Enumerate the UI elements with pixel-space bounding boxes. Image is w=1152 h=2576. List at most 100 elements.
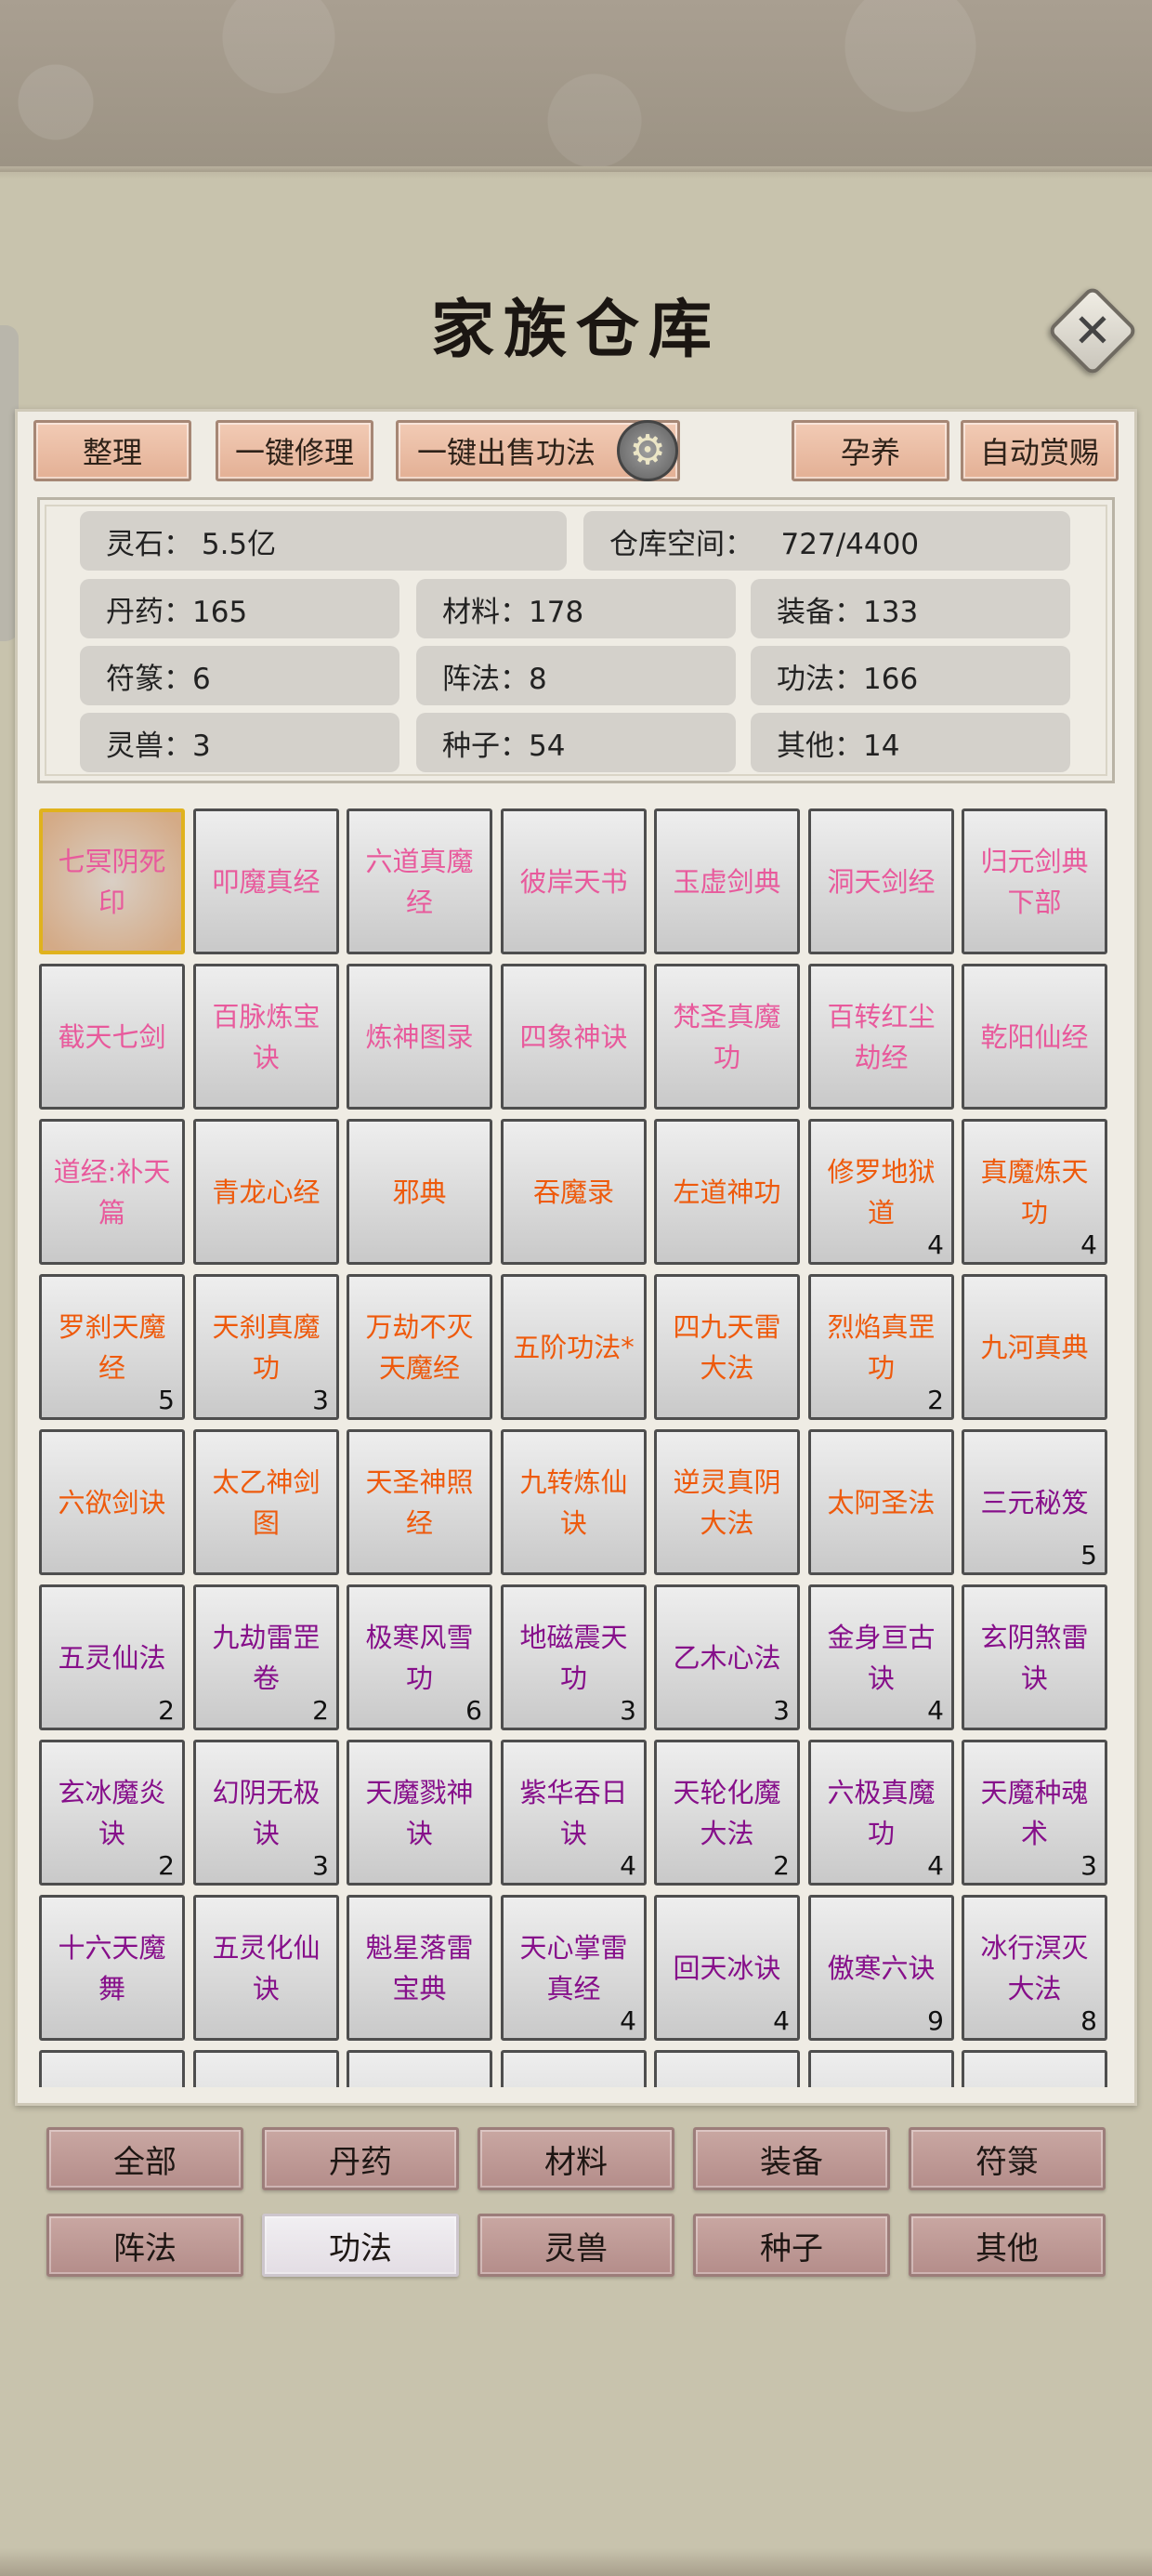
item-name: 左道神功 — [673, 1176, 781, 1208]
item-name: 炼神图录 — [365, 1020, 474, 1053]
item-slot[interactable]: 地磁震天 功3 — [501, 1584, 647, 1730]
category-tab[interactable]: 阵法 — [46, 2214, 243, 2277]
item-name: 六欲剑诀 — [58, 1486, 166, 1518]
category-tab[interactable]: 种子 — [693, 2214, 890, 2277]
item-slot[interactable]: 金身亘古 诀4 — [808, 1584, 954, 1730]
item-slot-partial[interactable] — [654, 2050, 800, 2087]
category-tab[interactable]: 丹药 — [262, 2127, 459, 2190]
item-name: 百转红尘 劫经 — [827, 1000, 936, 1073]
item-slot[interactable]: 万劫不灭 天魔经 — [347, 1274, 492, 1420]
item-name: 金身亘古 诀 — [827, 1621, 936, 1694]
item-slot-partial[interactable] — [347, 2050, 492, 2087]
item-slot[interactable]: 截天七剑 — [39, 964, 185, 1110]
close-button[interactable]: ✕ — [1046, 284, 1139, 377]
item-slot[interactable]: 彼岸天书 — [501, 808, 647, 954]
item-slot-partial[interactable] — [962, 2050, 1107, 2087]
sort-button[interactable]: 整理 — [33, 420, 191, 481]
item-slot[interactable]: 五阶功法* — [501, 1274, 647, 1420]
item-slot[interactable]: 魁星落雷 宝典 — [347, 1895, 492, 2041]
item-slot[interactable]: 道经:补天 篇 — [39, 1119, 185, 1265]
item-count: 4 — [927, 1850, 944, 1881]
item-name: 百脉炼宝 诀 — [212, 1000, 321, 1073]
item-slot[interactable]: 玉虚剑典 — [654, 808, 800, 954]
item-slot[interactable]: 炼神图录 — [347, 964, 492, 1110]
close-icon: ✕ — [1073, 304, 1112, 358]
auto-reward-button[interactable]: 自动赏赐 — [961, 420, 1119, 481]
item-slot[interactable]: 梵圣真魔 功 — [654, 964, 800, 1110]
item-name: 十六天魔 舞 — [58, 1931, 166, 2004]
item-slot[interactable]: 左道神功 — [654, 1119, 800, 1265]
item-slot[interactable]: 吞魔录 — [501, 1119, 647, 1265]
item-name: 天魔戮神 诀 — [365, 1776, 474, 1849]
repair-all-button[interactable]: 一键修理 — [216, 420, 373, 481]
item-slot[interactable]: 九河真典 — [962, 1274, 1107, 1420]
item-slot[interactable]: 紫华吞日 诀4 — [501, 1740, 647, 1886]
category-tab[interactable]: 其他 — [909, 2214, 1106, 2277]
item-slot[interactable]: 逆灵真阴 大法 — [654, 1429, 800, 1575]
item-slot[interactable]: 罗刹天魔 经5 — [39, 1274, 185, 1420]
item-slot[interactable]: 六欲剑诀 — [39, 1429, 185, 1575]
item-name: 万劫不灭 天魔经 — [365, 1310, 474, 1384]
stat-spirit-stone: 灵石： 5.5亿 — [80, 511, 567, 571]
item-slot[interactable]: 邪典 — [347, 1119, 492, 1265]
item-slot[interactable]: 烈焰真罡 功2 — [808, 1274, 954, 1420]
item-slot[interactable]: 叩魔真经 — [193, 808, 339, 954]
item-slot[interactable]: 太乙神剑 图 — [193, 1429, 339, 1575]
gear-icon[interactable]: ⚙ — [617, 420, 678, 481]
item-slot[interactable]: 九转炼仙 诀 — [501, 1429, 647, 1575]
category-tab[interactable]: 灵兽 — [478, 2214, 674, 2277]
nurture-button[interactable]: 孕养 — [792, 420, 949, 481]
item-slot[interactable]: 百脉炼宝 诀 — [193, 964, 339, 1110]
category-tab[interactable]: 符箓 — [909, 2127, 1106, 2190]
item-slot[interactable]: 归元剑典 下部 — [962, 808, 1107, 954]
item-slot[interactable]: 洞天剑经 — [808, 808, 954, 954]
item-slot[interactable]: 修罗地狱 道4 — [808, 1119, 954, 1265]
item-slot[interactable]: 九劫雷罡 卷2 — [193, 1584, 339, 1730]
category-tab[interactable]: 全部 — [46, 2127, 243, 2190]
item-slot[interactable]: 青龙心经 — [193, 1119, 339, 1265]
category-tab[interactable]: 装备 — [693, 2127, 890, 2190]
item-slot[interactable]: 四九天雷 大法 — [654, 1274, 800, 1420]
item-slot[interactable]: 四象神诀 — [501, 964, 647, 1110]
item-count: 2 — [158, 1695, 175, 1726]
item-slot[interactable]: 六极真魔 功4 — [808, 1740, 954, 1886]
item-slot[interactable]: 六道真魔 经 — [347, 808, 492, 954]
item-count: 9 — [927, 2005, 944, 2036]
item-slot[interactable]: 极寒风雪 功6 — [347, 1584, 492, 1730]
item-slot[interactable]: 十六天魔 舞 — [39, 1895, 185, 2041]
item-slot[interactable]: 傲寒六诀 9 — [808, 1895, 954, 2041]
category-tab[interactable]: 材料 — [478, 2127, 674, 2190]
item-name: 四九天雷 大法 — [673, 1310, 781, 1384]
item-slot[interactable]: 天圣神照 经 — [347, 1429, 492, 1575]
item-slot-partial[interactable] — [39, 2050, 185, 2087]
stat-beasts: 灵兽：3 — [80, 713, 399, 772]
item-slot[interactable]: 真魔炼天 功4 — [962, 1119, 1107, 1265]
item-slot[interactable]: 三元秘笈 5 — [962, 1429, 1107, 1575]
item-slot[interactable]: 天魔种魂 术3 — [962, 1740, 1107, 1886]
item-slot[interactable]: 回天冰诀 4 — [654, 1895, 800, 2041]
item-slot[interactable]: 幻阴无极 诀3 — [193, 1740, 339, 1886]
item-slot[interactable]: 乾阳仙经 — [962, 964, 1107, 1110]
item-slot[interactable]: 天心掌雷 真经 4 — [501, 1895, 647, 2041]
category-tab[interactable]: 功法 — [262, 2214, 459, 2277]
item-slot[interactable]: 玄阴煞雷 诀 — [962, 1584, 1107, 1730]
item-slot[interactable]: 天刹真魔 功3 — [193, 1274, 339, 1420]
item-slot-partial[interactable] — [808, 2050, 954, 2087]
item-name: 罗刹天魔 经 — [58, 1310, 166, 1384]
item-slot[interactable]: 乙木心法 3 — [654, 1584, 800, 1730]
stat-pills: 丹药：165 — [80, 579, 399, 638]
item-slot[interactable]: 天轮化魔 大法 2 — [654, 1740, 800, 1886]
item-grid[interactable]: 七冥阴死 印 叩魔真经 六道真魔 经 彼岸天书 玉虚剑典 洞天剑经 归元剑典 下部 截天七剑 百… — [39, 808, 1115, 2087]
item-slot[interactable]: 五灵化仙 诀 — [193, 1895, 339, 2041]
item-slot[interactable]: 百转红尘 劫经 — [808, 964, 954, 1110]
item-slot[interactable]: 七冥阴死 印 — [39, 808, 185, 954]
item-slot[interactable]: 太阿圣法 — [808, 1429, 954, 1575]
item-slot[interactable]: 玄冰魔炎 诀2 — [39, 1740, 185, 1886]
item-slot[interactable]: 冰行溟灭 大法 8 — [962, 1895, 1107, 2041]
item-slot[interactable]: 五灵仙法 2 — [39, 1584, 185, 1730]
item-slot-partial[interactable] — [193, 2050, 339, 2087]
item-slot[interactable]: 天魔戮神 诀 — [347, 1740, 492, 1886]
item-count: 4 — [773, 2005, 790, 2036]
item-slot-partial[interactable] — [501, 2050, 647, 2087]
item-name: 九劫雷罡 卷 — [212, 1621, 321, 1694]
